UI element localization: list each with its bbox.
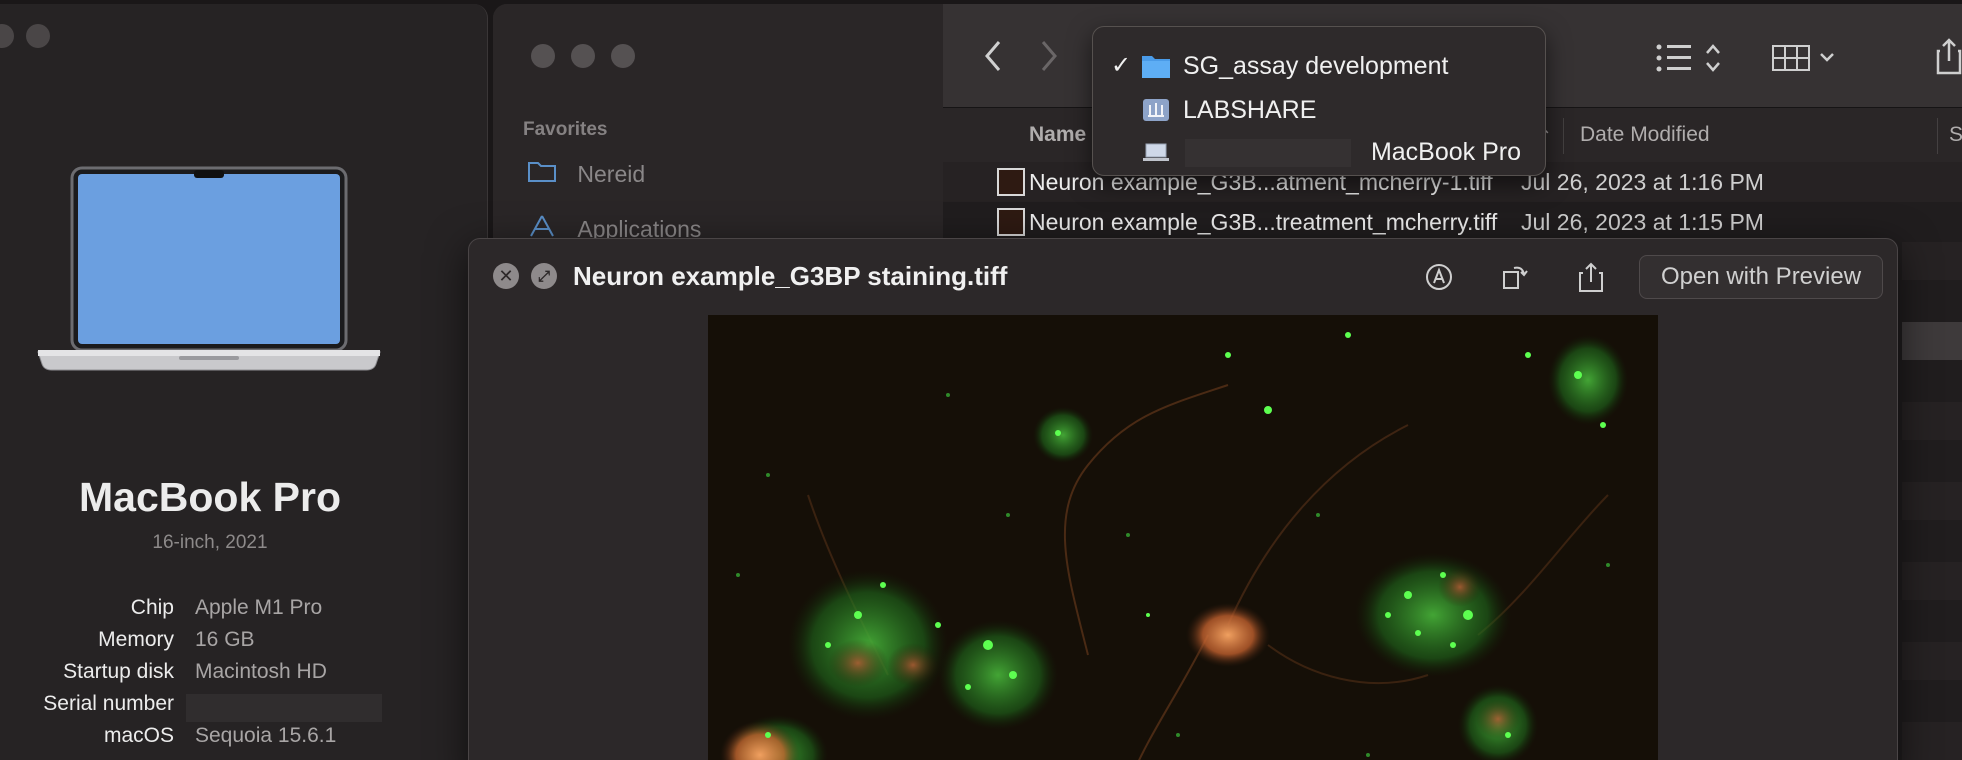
- fullscreen-button[interactable]: ⤢: [531, 263, 557, 289]
- column-header-name[interactable]: Name: [1029, 123, 1086, 147]
- open-with-preview-button[interactable]: Open with Preview: [1639, 255, 1883, 299]
- spec-value: Macintosh HD: [195, 660, 327, 683]
- redacted-value: [1185, 139, 1351, 167]
- markup-button[interactable]: [1419, 257, 1459, 297]
- macbook-illustration: [37, 166, 381, 371]
- spec-row-startup-disk: Startup disk Macintosh HD: [0, 660, 420, 690]
- redacted-value: [186, 694, 382, 722]
- window-minimize-button[interactable]: [571, 44, 595, 68]
- chevron-right-icon: [1041, 41, 1057, 71]
- path-dropdown-menu: ✓ SG_assay development LABSHARE MacBook …: [1092, 26, 1546, 176]
- markup-icon: [1426, 264, 1452, 290]
- model-subtitle: 16-inch, 2021: [152, 532, 268, 553]
- window-zoom-button[interactable]: [611, 44, 635, 68]
- rotate-button[interactable]: [1495, 257, 1535, 297]
- menu-item-macbook-pro[interactable]: MacBook Pro: [1093, 131, 1547, 171]
- row-stripe: [1902, 562, 1962, 600]
- menu-item-label: MacBook Pro: [1370, 138, 1521, 166]
- list-view-button[interactable]: [1653, 36, 1729, 80]
- window-minimize-button[interactable]: [26, 24, 50, 48]
- spec-key: Chip: [130, 596, 174, 619]
- model-name: MacBook Pro: [79, 474, 341, 520]
- spec-key: Memory: [98, 628, 174, 651]
- spec-value: Apple M1 Pro: [195, 596, 323, 619]
- spec-row-macos: macOS Sequoia 15.6.1: [0, 724, 420, 754]
- row-stripe: [1902, 642, 1962, 680]
- quicklook-titlebar: ✕ ⤢ Neuron example_G3BP staining.tiff Op…: [469, 239, 1899, 317]
- window-close-button[interactable]: [0, 24, 14, 48]
- spec-value: Sequoia 15.6.1: [195, 724, 337, 747]
- share-icon: [1579, 262, 1603, 292]
- row-stripe: [1902, 242, 1962, 280]
- checkmark-icon: ✓: [1111, 52, 1132, 79]
- menu-item-label: SG_assay development: [1183, 52, 1449, 80]
- list-view-icon: [1656, 44, 1720, 72]
- row-stripe: [1902, 722, 1962, 760]
- column-header-date-modified[interactable]: Date Modified: [1580, 123, 1710, 147]
- spec-row-serial-number: Serial number: [0, 692, 420, 722]
- window-close-button[interactable]: [531, 44, 555, 68]
- column-divider: [1937, 118, 1938, 154]
- row-stripe: [1902, 482, 1962, 520]
- file-date: Jul 26, 2023 at 1:16 PM: [1521, 169, 1764, 195]
- forward-button[interactable]: [1029, 34, 1069, 78]
- sidebar-item-nereid[interactable]: Nereid: [527, 159, 645, 191]
- quicklook-window: ✕ ⤢ Neuron example_G3BP staining.tiff Op…: [468, 238, 1898, 760]
- column-header-size[interactable]: S: [1949, 123, 1962, 147]
- spec-row-memory: Memory 16 GB: [0, 628, 420, 658]
- tiff-file-icon: [997, 208, 1025, 236]
- row-stripe: [1902, 322, 1962, 360]
- sidebar-heading-favorites: Favorites: [523, 119, 608, 140]
- spec-value: 16 GB: [195, 628, 255, 651]
- back-button[interactable]: [973, 34, 1013, 78]
- column-divider: [1563, 118, 1564, 154]
- menu-item-sg-assay-development[interactable]: ✓ SG_assay development: [1093, 45, 1547, 85]
- file-row[interactable]: Neuron example_G3B...treatment_mcherry.t…: [943, 202, 1962, 242]
- expand-icon: ⤢: [537, 267, 550, 285]
- rotate-icon: [1503, 266, 1528, 289]
- grid-icon: [1772, 45, 1834, 71]
- chevron-left-icon: [985, 41, 1001, 71]
- network-share-icon: [1141, 97, 1171, 123]
- folder-icon: [1141, 53, 1171, 79]
- close-button[interactable]: ✕: [493, 263, 519, 289]
- spec-row-chip: Chip Apple M1 Pro: [0, 596, 420, 626]
- sidebar-item-label: Nereid: [577, 160, 646, 187]
- quicklook-title: Neuron example_G3BP staining.tiff: [573, 261, 1008, 291]
- tiff-file-icon: [997, 168, 1025, 196]
- group-view-button[interactable]: [1769, 36, 1849, 80]
- about-this-mac-window: MacBook Pro 16-inch, 2021 Chip Apple M1 …: [0, 4, 488, 760]
- share-button[interactable]: [1929, 34, 1962, 78]
- share-icon: [1936, 38, 1962, 75]
- folder-icon: [527, 159, 557, 189]
- spec-key: macOS: [103, 724, 174, 747]
- spec-key: Startup disk: [63, 660, 174, 683]
- laptop-icon: [1141, 139, 1171, 165]
- spec-key: Serial number: [43, 692, 174, 715]
- file-name: Neuron example_G3B...treatment_mcherry.t…: [1029, 209, 1498, 235]
- menu-item-labshare[interactable]: LABSHARE: [1093, 89, 1547, 129]
- menu-item-label: LABSHARE: [1183, 96, 1317, 124]
- share-button[interactable]: [1571, 257, 1611, 297]
- row-stripe: [1902, 402, 1962, 440]
- file-date: Jul 26, 2023 at 1:15 PM: [1521, 209, 1764, 235]
- fluorescence-microscopy-image: [708, 315, 1658, 760]
- close-icon: ✕: [498, 266, 514, 286]
